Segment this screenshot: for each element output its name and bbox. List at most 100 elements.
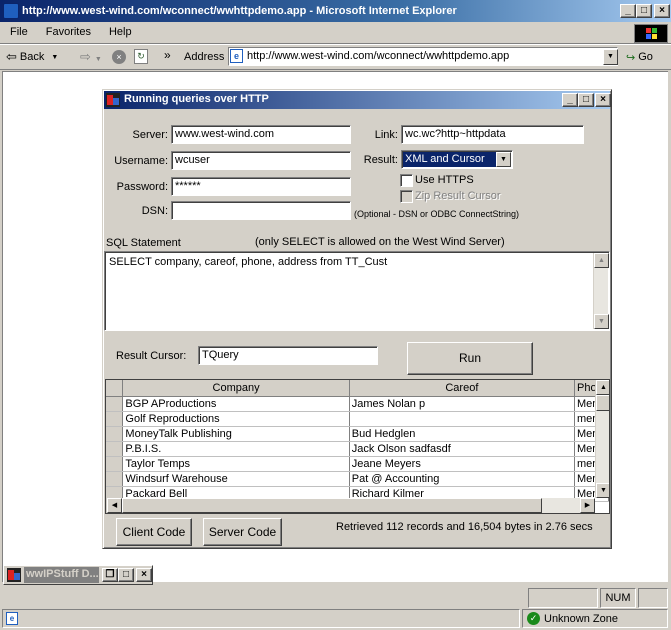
grid-hscrollbar[interactable]: ◀ ▶	[106, 498, 595, 513]
menu-bar: File Favorites Help	[0, 22, 671, 44]
cell-careof[interactable]	[349, 411, 576, 427]
close-button[interactable]: ×	[136, 568, 152, 582]
maximize-button[interactable]: □	[118, 568, 134, 582]
cell-company[interactable]: P.B.I.S.	[122, 441, 350, 457]
result-dropdown-button[interactable]: ▼	[496, 152, 511, 167]
dsn-field[interactable]	[171, 201, 351, 220]
back-arrow-icon: ⇦	[6, 49, 17, 64]
password-field[interactable]: ******	[171, 177, 351, 196]
table-row[interactable]: BGP AProductions James Nolan p Men	[106, 396, 609, 412]
dsn-hint: (Optional - DSN or ODBC ConnectString)	[354, 209, 520, 219]
server-code-button[interactable]: Server Code	[203, 518, 282, 546]
cell-careof[interactable]: James Nolan p	[349, 396, 576, 412]
minimized-title-bar: wwIPStuff D...	[24, 567, 99, 583]
minimized-window[interactable]: wwIPStuff D... ❐ □ ×	[3, 565, 153, 585]
table-row[interactable]: Windsurf Warehouse Pat @ Accounting Men	[106, 471, 609, 487]
grid-vscrollbar[interactable]: ▲ ▼	[595, 380, 609, 498]
back-button[interactable]: ⇦ Back ▼	[6, 49, 58, 65]
username-field[interactable]: wcuser	[171, 151, 351, 170]
sql-textarea[interactable]: SELECT company, careof, phone, address f…	[104, 251, 610, 331]
result-label: Result:	[363, 154, 398, 166]
row-selector[interactable]	[106, 456, 124, 472]
scroll-left-icon[interactable]: ◀	[107, 498, 122, 513]
cell-careof[interactable]: Bud Hedglen	[349, 426, 576, 442]
go-button[interactable]: ↪ Go	[626, 51, 653, 64]
row-selector[interactable]	[106, 441, 124, 457]
windows-logo-icon	[634, 24, 668, 43]
sql-label: SQL Statement	[106, 237, 181, 249]
page-icon: e	[230, 49, 243, 63]
username-label: Username:	[114, 155, 168, 167]
cell-company[interactable]: MoneyTalk Publishing	[122, 426, 350, 442]
scroll-right-icon[interactable]: ▶	[580, 498, 595, 513]
dsn-label: DSN:	[141, 205, 168, 217]
client-code-button[interactable]: Client Code	[116, 518, 192, 546]
table-row[interactable]: MoneyTalk Publishing Bud Hedglen Men	[106, 426, 609, 442]
address-label: Address	[184, 51, 225, 63]
refresh-icon[interactable]: ↻	[134, 49, 148, 64]
server-field[interactable]: www.west-wind.com	[171, 125, 351, 144]
address-dropdown-button[interactable]: ▼	[603, 49, 618, 65]
column-header-company[interactable]: Company	[122, 380, 350, 397]
cell-company[interactable]: Windsurf Warehouse	[122, 471, 350, 487]
maximize-button[interactable]: □	[636, 4, 652, 18]
cell-careof[interactable]: Jeane Meyers	[349, 456, 576, 472]
scroll-up-icon[interactable]: ▲	[596, 380, 609, 395]
run-button[interactable]: Run	[407, 342, 533, 375]
sql-scrollbar[interactable]: ▲ ▼	[593, 253, 609, 329]
forward-button[interactable]: ⇨ ▼	[80, 49, 102, 65]
browser-title: http://www.west-wind.com/wconnect/wwhttp…	[22, 5, 457, 17]
chevron-down-icon[interactable]: ▼	[95, 56, 102, 63]
page-icon: e	[6, 612, 18, 625]
row-selector[interactable]	[106, 426, 124, 442]
status-main: e	[2, 609, 520, 628]
use-https-checkbox[interactable]	[400, 174, 413, 187]
scroll-thumb[interactable]	[122, 498, 542, 513]
row-selector[interactable]	[106, 471, 124, 487]
cell-company[interactable]: Golf Reproductions	[122, 411, 350, 427]
close-button[interactable]: ×	[654, 4, 670, 18]
form-close-button[interactable]: ×	[595, 93, 611, 107]
num-lock-indicator: NUM	[600, 588, 636, 608]
status-panel	[528, 588, 598, 608]
zone-panel: ✓ Unknown Zone	[522, 609, 668, 628]
cell-careof[interactable]: Jack Olson sadfasdf	[349, 441, 576, 457]
form-minimize-button[interactable]: _	[562, 93, 578, 107]
table-row[interactable]: Taylor Temps Jeane Meyers men	[106, 456, 609, 472]
scroll-down-icon[interactable]: ▼	[596, 483, 609, 498]
zip-result-checkbox[interactable]	[400, 190, 413, 203]
table-row[interactable]: Golf Reproductions men	[106, 411, 609, 427]
restore-button[interactable]: ❐	[102, 568, 118, 582]
chevron-down-icon[interactable]: ▼	[51, 54, 58, 61]
row-selector[interactable]	[106, 411, 124, 427]
app-icon	[7, 568, 21, 582]
table-row[interactable]: P.B.I.S. Jack Olson sadfasdf Men	[106, 441, 609, 457]
result-cursor-field[interactable]: TQuery	[198, 346, 378, 365]
server-label: Server:	[132, 129, 168, 141]
scroll-down-icon[interactable]: ▼	[594, 314, 609, 329]
browser-title-bar: http://www.west-wind.com/wconnect/wwhttp…	[0, 0, 671, 22]
cell-company[interactable]: Taylor Temps	[122, 456, 350, 472]
menu-file[interactable]: File	[0, 22, 36, 38]
cell-careof[interactable]: Pat @ Accounting	[349, 471, 576, 487]
stop-icon[interactable]: ×	[112, 50, 126, 64]
check-icon: ✓	[527, 612, 540, 625]
results-grid[interactable]: Company Careof Pho BGP AProductions James…	[105, 379, 610, 514]
scroll-up-icon[interactable]: ▲	[594, 253, 609, 268]
link-label: Link:	[374, 129, 398, 141]
menu-favorites[interactable]: Favorites	[36, 22, 99, 38]
result-cursor-label: Result Cursor:	[116, 350, 187, 362]
minimize-button[interactable]: _	[620, 4, 636, 18]
link-field[interactable]: wc.wc?http~httpdata	[401, 125, 584, 144]
form-maximize-button[interactable]: □	[578, 93, 594, 107]
menu-help[interactable]: Help	[99, 22, 140, 38]
grid-header-row: Company Careof Pho	[106, 380, 609, 397]
cell-company[interactable]: BGP AProductions	[122, 396, 350, 412]
ie-logo-icon	[3, 3, 19, 19]
address-input[interactable]: http://www.west-wind.com/wconnect/wwhttp…	[228, 47, 618, 66]
toolbar-more-icon[interactable]: »	[164, 48, 171, 62]
status-panel	[638, 588, 668, 608]
column-header-careof[interactable]: Careof	[349, 380, 576, 397]
scroll-thumb[interactable]	[596, 395, 609, 411]
row-selector[interactable]	[106, 396, 124, 412]
